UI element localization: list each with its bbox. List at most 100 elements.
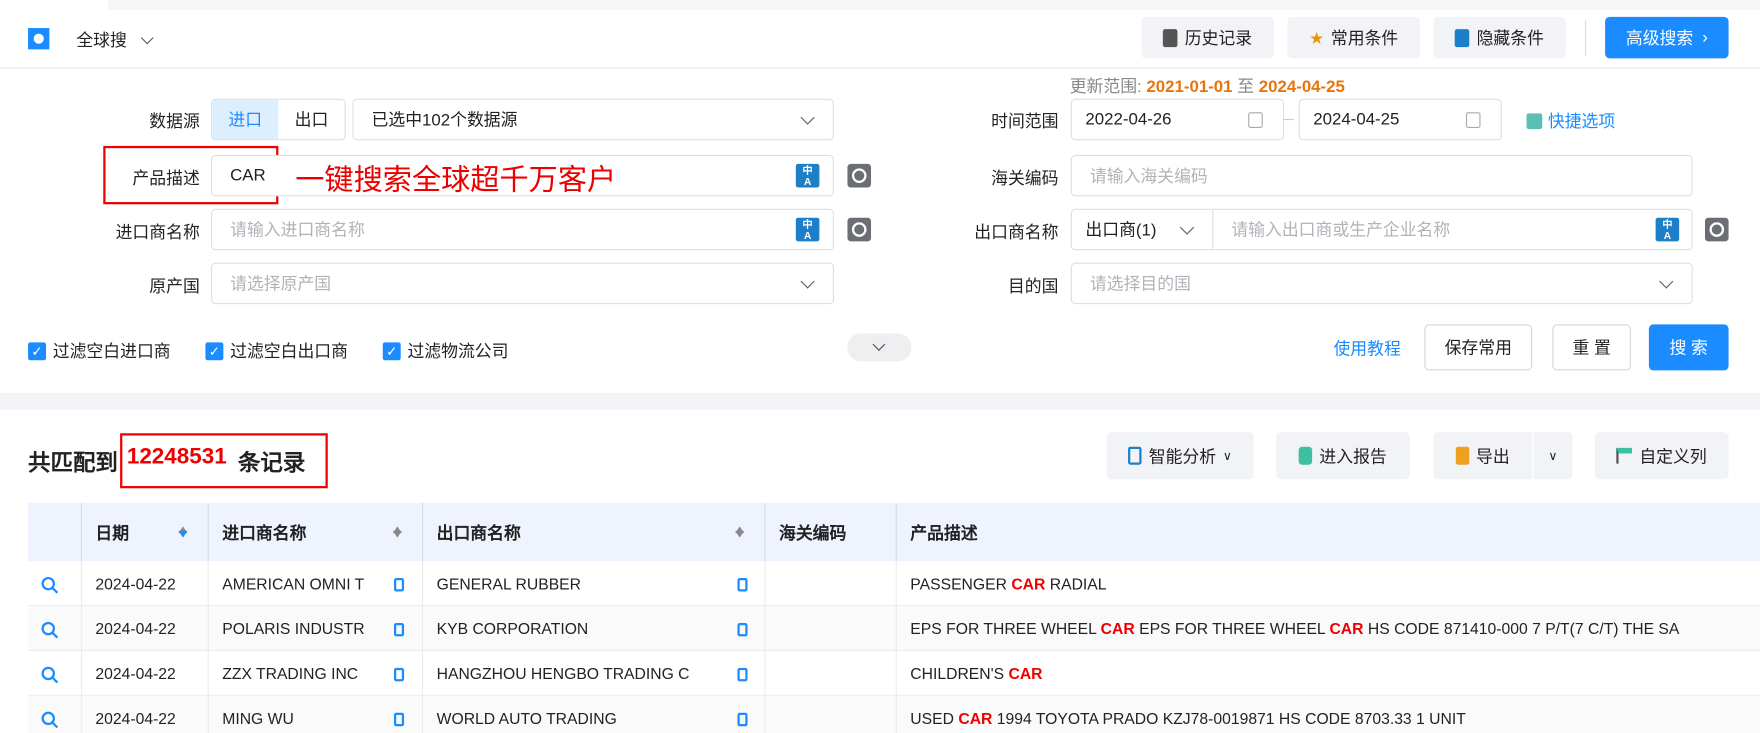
custom-columns-button[interactable]: 自定义列 [1595, 432, 1729, 480]
export-button[interactable]: 导出 [1433, 432, 1533, 480]
time-label: 时间范围 [991, 112, 1059, 132]
import-tab[interactable]: 进口 [212, 99, 279, 140]
desc-part: CAR [1329, 619, 1364, 638]
calendar-icon [1465, 111, 1481, 128]
importer-cell[interactable]: MING WU [207, 695, 422, 733]
desc-part: CHILDREN'S [910, 664, 1009, 683]
copy-icon[interactable] [393, 667, 405, 682]
desc-part: CAR [1011, 574, 1046, 593]
search-button[interactable]: 搜 索 [1648, 324, 1729, 371]
desc-cell: USED CAR 1994 TOYOTA PRADO KZJ78-0019871… [895, 695, 1760, 733]
translate-icon[interactable]: 中A [1655, 217, 1680, 242]
copy-icon[interactable] [737, 578, 748, 592]
sort-icon[interactable] [178, 522, 188, 542]
copy-icon[interactable] [737, 667, 748, 682]
importer[interactable]: POLARIS INDUSTR [222, 620, 364, 638]
product-label: 产品描述 [132, 169, 200, 189]
importer-cell[interactable]: AMERICAN OMNI T [207, 561, 422, 607]
app-name: 全球搜 [76, 31, 127, 51]
label: 过滤物流公司 [407, 342, 509, 362]
search-options-icon[interactable] [847, 217, 872, 242]
dest-select[interactable]: 请选择目的国 [1070, 262, 1693, 305]
copy-icon[interactable] [393, 578, 405, 592]
label: 过滤空白出口商 [230, 342, 348, 362]
importer-input[interactable]: 请输入进口商名称 [211, 208, 834, 251]
importer-label: 进口商名称 [115, 223, 200, 243]
date-cell: 2024-04-22 [80, 561, 208, 607]
view-detail-button[interactable] [28, 651, 81, 696]
translate-icon[interactable]: 中A [795, 163, 820, 188]
table-row[interactable]: 2024-04-22 MING WU WORLD AUTO TRADING US… [28, 695, 1760, 733]
filter-blank-importer-checkbox[interactable]: ✓ 过滤空白进口商 [28, 339, 171, 363]
exporter-input[interactable]: 请输入出口商或生产企业名称 [1213, 218, 1450, 242]
app-switcher[interactable]: 全球搜 [76, 28, 154, 52]
desc-part: PASSENGER [910, 574, 1012, 593]
exporter-cell[interactable]: HANGZHOU HENGBO TRADING C [422, 651, 764, 696]
date-to-input[interactable]: 2024-04-25 [1298, 98, 1502, 141]
common-conditions-button[interactable]: ★ 常用条件 [1287, 16, 1420, 59]
header-desc: 产品描述 [895, 502, 1760, 562]
search-options-icon[interactable] [847, 163, 872, 188]
save-common-button[interactable]: 保存常用 [1424, 324, 1533, 371]
header-date[interactable]: 日期 [80, 502, 208, 562]
search-options-icon[interactable] [1705, 217, 1729, 242]
hs-cell [764, 651, 895, 696]
header-exporter[interactable]: 出口商名称 [422, 502, 765, 562]
table-row[interactable]: 2024-04-22 POLARIS INDUSTR KYB CORPORATI… [28, 606, 1760, 652]
exporter-cell[interactable]: WORLD AUTO TRADING [422, 695, 764, 733]
export-tab[interactable]: 出口 [278, 100, 344, 139]
hide-conditions-button[interactable]: 隐藏条件 [1433, 16, 1566, 59]
view-detail-button[interactable] [28, 606, 81, 651]
table-row[interactable]: 2024-04-22 AMERICAN OMNI T GENERAL RUBBE… [28, 561, 1760, 607]
report-button[interactable]: 进入报告 [1276, 432, 1410, 480]
view-detail-button[interactable] [28, 561, 81, 606]
sort-icon[interactable] [392, 522, 402, 542]
origin-select[interactable]: 请选择原产国 [211, 262, 834, 305]
smart-analysis-button[interactable]: 智能分析 ∨ [1106, 432, 1254, 480]
exporter[interactable]: GENERAL RUBBER [437, 575, 581, 593]
desc-part: USED [910, 709, 959, 728]
exporter[interactable]: HANGZHOU HENGBO TRADING C [437, 664, 690, 682]
tutorial-link[interactable]: 使用教程 [1333, 337, 1400, 361]
exporter-cell[interactable]: GENERAL RUBBER [422, 561, 764, 607]
copy-icon[interactable] [393, 622, 405, 637]
exporter-cell[interactable]: KYB CORPORATION [422, 606, 764, 652]
divider [0, 67, 1760, 69]
table-row[interactable]: 2024-04-22 ZZX TRADING INC HANGZHOU HENG… [28, 651, 1760, 696]
filter-blank-exporter-checkbox[interactable]: ✓ 过滤空白出口商 [205, 339, 348, 363]
placeholder: 请选择原产国 [230, 275, 332, 295]
reset-button[interactable]: 重 置 [1552, 324, 1631, 371]
value: 已选中102个数据源 [371, 111, 518, 131]
label: 日期 [95, 523, 130, 543]
command-icon [1526, 112, 1543, 129]
copy-icon[interactable] [737, 712, 748, 727]
importer[interactable]: AMERICAN OMNI T [222, 575, 364, 593]
history-button[interactable]: 历史记录 [1141, 16, 1274, 59]
data-source-select[interactable]: 已选中102个数据源 [352, 98, 834, 141]
importer[interactable]: ZZX TRADING INC [222, 664, 358, 682]
label: 进口商名称 [222, 523, 307, 543]
exporter[interactable]: WORLD AUTO TRADING [437, 709, 617, 727]
quick-options-link[interactable]: 快捷选项 [1526, 109, 1615, 133]
expand-button[interactable] [847, 333, 912, 362]
hs-input[interactable]: 请输入海关编码 [1070, 154, 1693, 197]
filter-logistics-checkbox[interactable]: ✓ 过滤物流公司 [382, 339, 509, 363]
copy-icon[interactable] [737, 622, 748, 637]
sort-icon[interactable] [735, 522, 745, 542]
check-icon: ✓ [382, 341, 401, 360]
importer-cell[interactable]: ZZX TRADING INC [207, 651, 422, 696]
export-dropdown-button[interactable]: ∨ [1533, 432, 1573, 480]
importer[interactable]: MING WU [222, 709, 294, 727]
view-detail-button[interactable] [28, 696, 81, 733]
header-importer[interactable]: 进口商名称 [207, 502, 423, 562]
check-icon: ✓ [205, 341, 224, 360]
translate-icon[interactable]: 中A [795, 217, 820, 242]
collapse-icon [1455, 28, 1470, 47]
date-cell: 2024-04-22 [80, 695, 208, 733]
importer-cell[interactable]: POLARIS INDUSTR [207, 606, 422, 652]
exporter-type-select[interactable]: 出口商(1) [1072, 209, 1214, 250]
date-from-input[interactable]: 2022-04-26 [1070, 98, 1285, 141]
advanced-search-button[interactable]: 高级搜索 › [1605, 16, 1729, 59]
copy-icon[interactable] [393, 712, 405, 727]
exporter[interactable]: KYB CORPORATION [437, 620, 589, 638]
